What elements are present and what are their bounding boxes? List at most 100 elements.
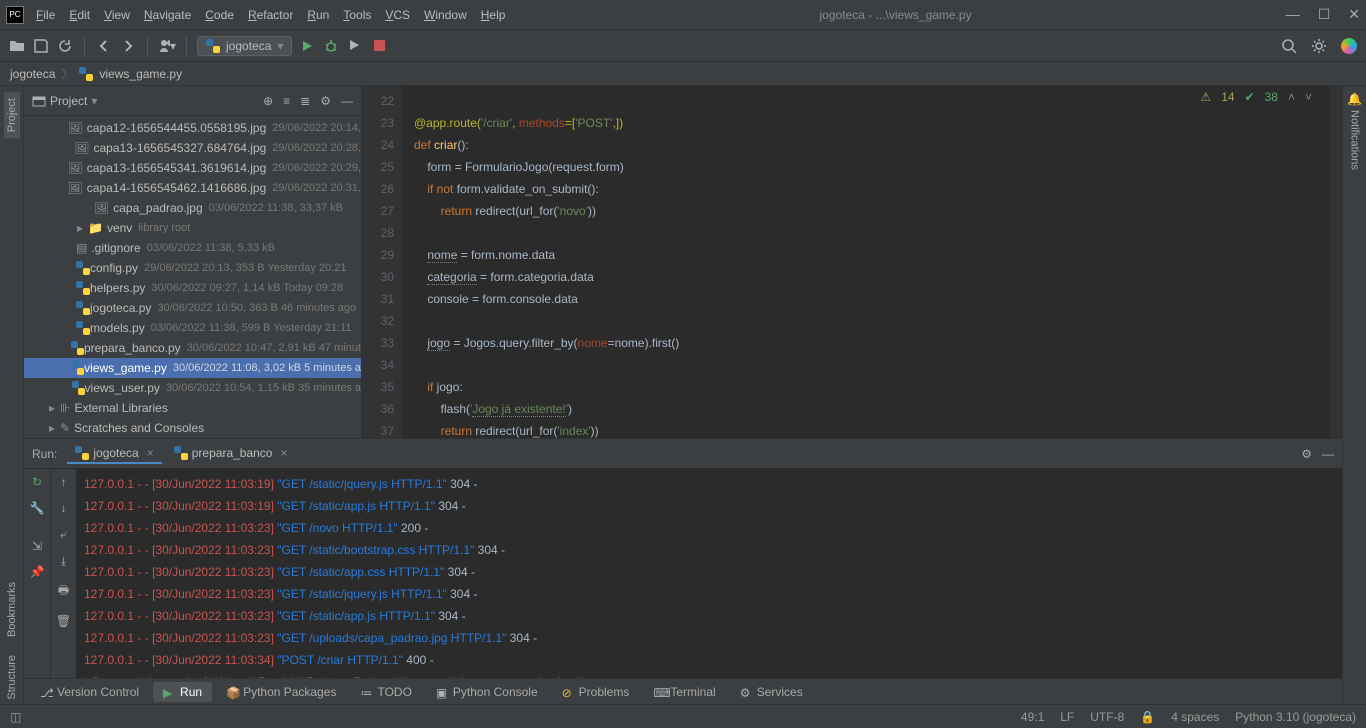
menu-tools[interactable]: Tools <box>343 8 371 22</box>
menu-view[interactable]: View <box>104 8 130 22</box>
next-highlight-icon[interactable]: ˅ <box>1305 90 1312 104</box>
run-tool-window: Run: jogoteca×prepara_banco× ⚙ — ↻ 🔧 ⇲ 📌… <box>24 438 1342 678</box>
run-tab-jogoteca[interactable]: jogoteca× <box>67 444 161 464</box>
menu-navigate[interactable]: Navigate <box>144 8 191 22</box>
up-stack-icon[interactable]: ↑ <box>61 475 67 489</box>
project-tool-tab[interactable]: Project <box>4 92 20 138</box>
run-label: Run: <box>32 447 57 461</box>
run-tab-prepara_banco[interactable]: prepara_banco× <box>166 444 296 464</box>
file-encoding[interactable]: UTF-8 <box>1090 710 1124 724</box>
expand-all-icon[interactable]: ≡ <box>283 94 290 108</box>
close-tab-icon[interactable]: × <box>147 446 154 460</box>
clear-icon[interactable]: 🗑 <box>56 614 71 628</box>
tree-item[interactable]: ▸✎ Scratches and Consoles <box>24 418 361 438</box>
close-button[interactable]: ✕ <box>1348 6 1360 23</box>
python-icon <box>79 67 93 81</box>
panel-settings-icon[interactable]: ⚙ <box>320 94 331 108</box>
run-icon[interactable] <box>298 37 316 55</box>
tree-item[interactable]: views_user.py30/06/2022 10:54, 1,15 kB 3… <box>24 378 361 398</box>
debug-icon[interactable] <box>322 37 340 55</box>
bottom-tab-problems[interactable]: ⊘Problems <box>552 682 640 702</box>
bottom-tab-version-control[interactable]: ⎇Version Control <box>30 682 149 702</box>
maximize-button[interactable]: ☐ <box>1318 6 1331 23</box>
reload-icon[interactable] <box>56 37 74 55</box>
close-tab-icon[interactable]: × <box>280 446 287 460</box>
tree-item[interactable]: 🖼 capa13-1656545327.684764.jpg29/06/2022… <box>24 138 361 158</box>
menu-refactor[interactable]: Refactor <box>248 8 293 22</box>
run-console[interactable]: 127.0.0.1 - - [30/Jun/2022 11:03:19] "GE… <box>76 469 1342 678</box>
indent-settings[interactable]: 4 spaces <box>1171 710 1219 724</box>
select-opened-file-icon[interactable]: ⊕ <box>263 94 273 108</box>
project-panel-header: Project ▾ ⊕ ≡ ≣ ⚙ — <box>24 86 361 116</box>
tree-item[interactable]: ▸📁 venvlibrary root <box>24 218 361 238</box>
tree-item[interactable]: prepara_banco.py30/06/2022 10:47, 2,91 k… <box>24 338 361 358</box>
run-settings-icon[interactable]: ⚙ <box>1301 447 1312 461</box>
tree-item[interactable]: config.py29/06/2022 20:13, 353 B Yesterd… <box>24 258 361 278</box>
collapse-all-icon[interactable]: ≣ <box>300 94 310 108</box>
project-tree[interactable]: 🖼 capa12-1656544455.0558195.jpg29/06/202… <box>24 116 361 438</box>
rerun-icon[interactable]: ↻ <box>32 475 42 489</box>
bottom-tab-services[interactable]: ⚙Services <box>730 682 813 702</box>
run-more-icon[interactable] <box>346 37 364 55</box>
tree-item[interactable]: helpers.py30/06/2022 09:27, 1,14 kB Toda… <box>24 278 361 298</box>
project-view-selector[interactable]: Project ▾ <box>32 94 97 108</box>
tree-item[interactable]: jogoteca.py30/06/2022 10:50, 363 B 46 mi… <box>24 298 361 318</box>
structure-tool-tab[interactable]: Structure <box>6 651 18 704</box>
tree-item[interactable]: views_game.py30/06/2022 11:08, 3,02 kB 5… <box>24 358 361 378</box>
breadcrumb-file[interactable]: views_game.py <box>99 67 182 81</box>
prev-highlight-icon[interactable]: ˄ <box>1288 90 1295 104</box>
print-icon[interactable]: 🖶 <box>58 581 69 602</box>
open-icon[interactable] <box>8 37 26 55</box>
code-with-me-icon[interactable]: ▾ <box>158 37 176 55</box>
caret-position[interactable]: 49:1 <box>1021 710 1044 724</box>
bottom-tab-python-packages[interactable]: 📦Python Packages <box>216 682 346 702</box>
notifications-bell-icon[interactable]: 🔔 <box>1347 92 1362 106</box>
run-config-selector[interactable]: jogoteca ▾ <box>197 36 292 56</box>
menu-vcs[interactable]: VCS <box>385 8 410 22</box>
save-all-icon[interactable] <box>32 37 50 55</box>
tree-item[interactable]: 🖼 capa14-1656545462.1416686.jpg29/06/202… <box>24 178 361 198</box>
code-editor[interactable]: 2223242526272829303132333435363738 @app.… <box>362 86 1342 438</box>
tree-item[interactable]: 🖼 capa12-1656544455.0558195.jpg29/06/202… <box>24 118 361 138</box>
menu-window[interactable]: Window <box>424 8 467 22</box>
settings-icon[interactable] <box>1310 37 1328 55</box>
bottom-tab-python-console[interactable]: ▣Python Console <box>426 682 548 702</box>
hide-panel-icon[interactable]: — <box>341 94 353 108</box>
python-interpreter[interactable]: Python 3.10 (jogoteca) <box>1235 710 1356 724</box>
scroll-end-icon[interactable]: ⤓ <box>61 554 66 569</box>
tree-item[interactable]: 🖼 capa13-1656545341.3619614.jpg29/06/202… <box>24 158 361 178</box>
exit-icon[interactable]: ⇲ <box>32 539 42 553</box>
tree-item[interactable]: ▤ .gitignore03/06/2022 11:38, 5,33 kB <box>24 238 361 258</box>
back-icon[interactable] <box>95 37 113 55</box>
notifications-tool-tab[interactable]: Notifications <box>1349 106 1361 174</box>
pin-icon[interactable]: 📌 <box>30 565 45 579</box>
menu-file[interactable]: File <box>36 8 55 22</box>
bottom-tab-todo[interactable]: ≔TODO <box>350 682 421 702</box>
minimize-button[interactable]: — <box>1286 6 1300 23</box>
readonly-toggle-icon[interactable]: 🔒 <box>1140 710 1155 724</box>
forward-icon[interactable] <box>119 37 137 55</box>
tree-item[interactable]: ▸⊪ External Libraries <box>24 398 361 418</box>
search-everywhere-icon[interactable] <box>1280 37 1298 55</box>
code-area[interactable]: @app.route('/criar', methods=['POST',])d… <box>402 86 1330 438</box>
down-stack-icon[interactable]: ↓ <box>61 501 67 515</box>
breadcrumb-root[interactable]: jogoteca <box>10 67 55 81</box>
bookmarks-tool-tab[interactable]: Bookmarks <box>6 578 18 641</box>
menu-code[interactable]: Code <box>205 8 234 22</box>
bottom-tab-run[interactable]: ▶Run <box>153 682 212 702</box>
tree-item[interactable]: models.py03/06/2022 11:38, 599 B Yesterd… <box>24 318 361 338</box>
hide-run-icon[interactable]: — <box>1322 447 1334 461</box>
menu-help[interactable]: Help <box>481 8 506 22</box>
inspection-widget[interactable]: ⚠14 ✔38 ˄ ˅ <box>1200 90 1312 104</box>
menu-edit[interactable]: Edit <box>69 8 90 22</box>
line-separator[interactable]: LF <box>1060 710 1074 724</box>
tool-window-quick-access-icon[interactable]: ◫ <box>10 710 21 724</box>
menu-run[interactable]: Run <box>307 8 329 22</box>
tree-item[interactable]: 🖼 capa_padrao.jpg03/06/2022 11:38, 33,37… <box>24 198 361 218</box>
soft-wrap-icon[interactable]: ⤶ <box>60 527 67 542</box>
project-icon <box>32 94 46 108</box>
bottom-tab-terminal[interactable]: ⌨Terminal <box>643 682 725 702</box>
toolbox-icon[interactable] <box>1340 37 1358 55</box>
modify-run-icon[interactable]: 🔧 <box>30 501 45 515</box>
stop-icon[interactable] <box>370 37 388 55</box>
